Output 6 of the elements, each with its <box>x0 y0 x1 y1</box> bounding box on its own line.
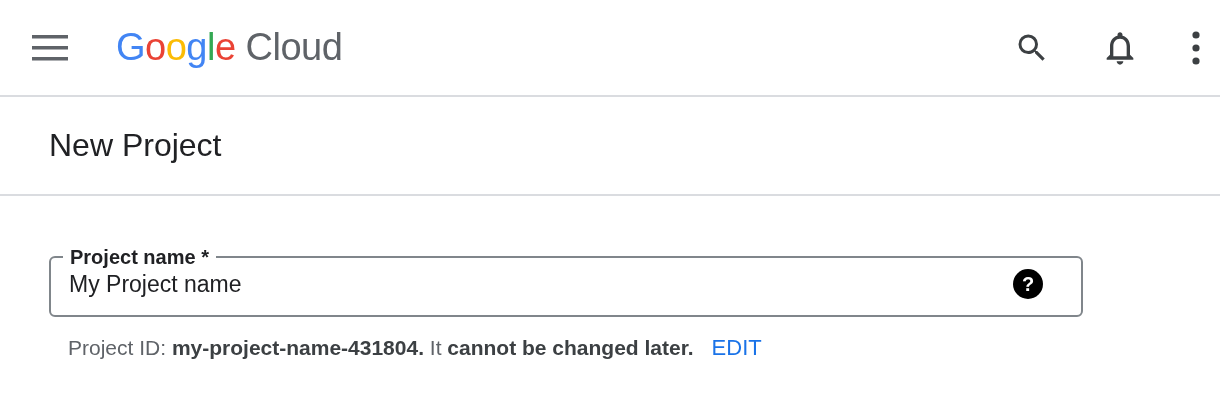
page-title: New Project <box>49 127 222 164</box>
help-icon[interactable]: ? <box>1013 269 1043 299</box>
logo[interactable]: Google Cloud <box>116 26 343 69</box>
edit-link[interactable]: EDIT <box>711 335 762 361</box>
field-label: Project name * <box>69 245 210 269</box>
project-id-hint: Project ID: my-project-name-431804. It cannot be changed later. <box>68 336 694 360</box>
